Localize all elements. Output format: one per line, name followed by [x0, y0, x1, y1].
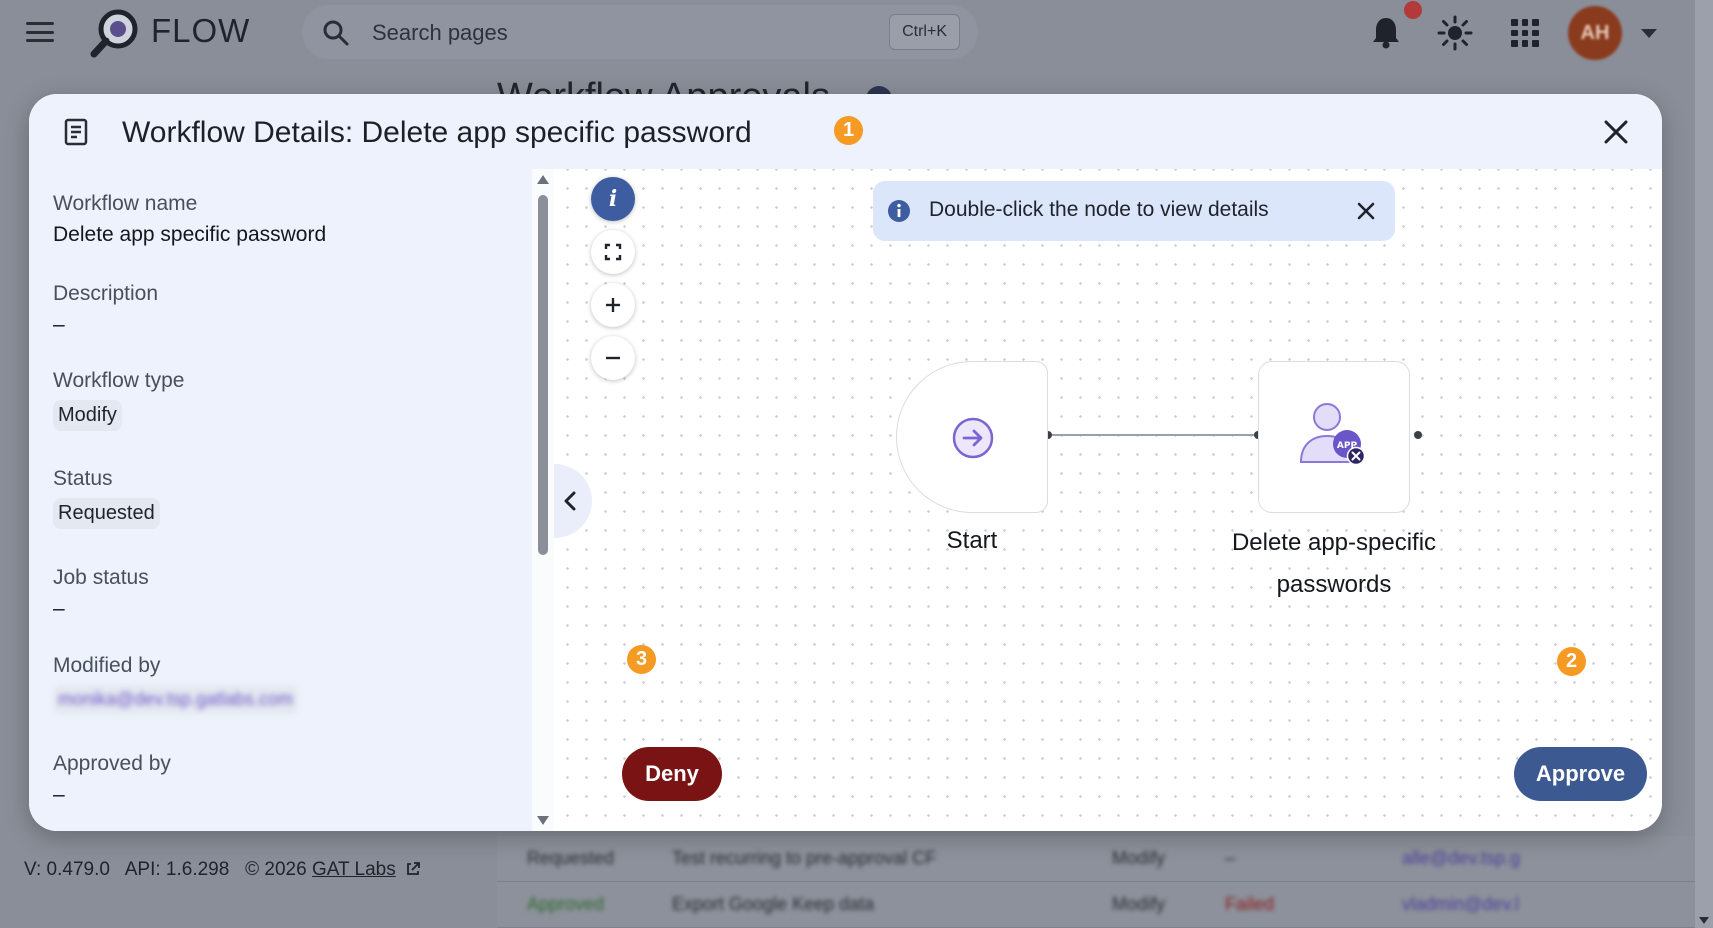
background-workflow-table: Requested Test recurring to pre-approval… [497, 836, 1697, 928]
zoom-out-icon [606, 356, 620, 360]
theme-toggle-sun-icon[interactable] [1437, 15, 1473, 51]
field-label: Modified by [53, 654, 161, 677]
account-menu-caret-icon[interactable] [1641, 29, 1657, 38]
user-app-delete-icon: APP [1299, 403, 1366, 466]
table-row[interactable]: Requested Test recurring to pre-approval… [497, 836, 1697, 882]
scroll-up-arrow-icon[interactable] [537, 175, 549, 184]
copyright: © 2026 [245, 859, 307, 880]
top-app-bar: FLOW Search pages Ctrl+K AH [0, 0, 1713, 64]
field-value: – [53, 783, 65, 806]
field-label: Job status [53, 566, 149, 589]
field-label: Workflow type [53, 369, 185, 392]
row-type: Modify [1112, 848, 1166, 868]
dialog-header: Workflow Details: Delete app specific pa… [29, 94, 1662, 169]
step-badge-2: 2 [1557, 647, 1586, 676]
scroll-down-arrow-icon[interactable] [537, 816, 549, 825]
arrow-right-circle-icon [952, 417, 994, 459]
row-status: Approved [527, 894, 605, 914]
field-modified-by: Modified by monika@dev.tsp.gatlabs.com [53, 654, 299, 714]
field-label: Workflow name [53, 192, 198, 215]
search-icon [323, 20, 349, 46]
action-node-label-line: Delete app-specific [1231, 529, 1437, 556]
dialog-title: Workflow Details: Delete app specific pa… [122, 116, 752, 149]
approve-button[interactable]: Approve [1514, 747, 1647, 801]
brand-name: FLOW [151, 12, 251, 49]
apps-grid-icon[interactable] [1511, 19, 1539, 47]
workflow-type-chip: Modify [53, 400, 122, 431]
delete-app-passwords-node[interactable]: APP [1258, 361, 1410, 513]
start-node[interactable] [896, 361, 1048, 513]
flow-edge [1048, 434, 1258, 436]
workflow-details-panel: Workflow name Delete app specific passwo… [29, 169, 532, 831]
user-avatar[interactable]: AH [1568, 6, 1622, 60]
app-footer: V: 0.479.0 API: 1.6.298 © 2026 GAT Labs [24, 859, 421, 881]
modified-by-email: monika@dev.tsp.gatlabs.com [53, 685, 299, 714]
field-workflow-type: Workflow type Modify [53, 369, 185, 431]
node-handle[interactable] [1414, 431, 1422, 439]
field-workflow-name: Workflow name Delete app specific passwo… [53, 192, 326, 247]
scrollbar-thumb[interactable] [538, 195, 548, 555]
row-type: Modify [1112, 894, 1166, 914]
chevron-left-icon [564, 491, 576, 511]
gat-labs-link[interactable]: GAT Labs [312, 859, 396, 880]
workflow-canvas[interactable] [554, 169, 1662, 831]
field-value: Delete app specific password [53, 223, 327, 246]
field-approved-by: Approved by – [53, 752, 171, 807]
field-value: – [53, 597, 65, 620]
menu-icon[interactable] [24, 19, 56, 45]
row-name: Test recurring to pre-approval CF [672, 848, 937, 868]
document-icon [64, 118, 88, 146]
flow-logo-icon [90, 9, 138, 58]
close-icon[interactable] [1598, 114, 1634, 150]
field-label: Approved by [53, 752, 171, 775]
row-job-status: – [1225, 848, 1236, 868]
api-version: API: 1.6.298 [124, 859, 230, 880]
zoom-in-icon [606, 298, 620, 312]
info-circle-icon [888, 200, 910, 222]
step-badge-1: 1 [834, 116, 863, 145]
row-name: Export Google Keep data [672, 894, 875, 914]
field-job-status: Job status – [53, 566, 149, 621]
field-description: Description – [53, 282, 158, 337]
hint-toast: Double-click the node to view details [873, 181, 1395, 241]
search-input[interactable]: Search pages Ctrl+K [302, 5, 978, 59]
search-placeholder: Search pages [372, 20, 508, 45]
row-status: Requested [527, 848, 615, 868]
workflow-details-dialog: Workflow Details: Delete app specific pa… [29, 94, 1662, 831]
hint-text: Double-click the node to view details [929, 198, 1269, 221]
deny-button[interactable]: Deny [622, 747, 722, 801]
info-button[interactable]: i [591, 177, 635, 221]
field-value: – [53, 313, 65, 336]
zoom-in-button[interactable] [591, 283, 635, 327]
app-version: V: 0.479.0 [24, 859, 110, 880]
field-status: Status Requested [53, 467, 160, 529]
action-node-label-line: passwords [1276, 571, 1392, 598]
step-badge-3: 3 [627, 645, 656, 674]
start-node-label: Start [946, 527, 998, 554]
close-icon[interactable] [1355, 200, 1377, 222]
scroll-down-arrow-icon[interactable] [1699, 917, 1709, 924]
external-link-icon[interactable] [405, 861, 421, 877]
details-panel-scrollbar[interactable] [532, 169, 554, 831]
page-scrollbar[interactable] [1695, 0, 1713, 928]
action-node-label: Delete app-specific passwords [1179, 522, 1489, 606]
search-shortcut-hint: Ctrl+K [889, 14, 960, 50]
info-icon: i [608, 186, 618, 212]
notifications-bell-icon[interactable] [1370, 15, 1402, 49]
field-label: Status [53, 467, 113, 490]
zoom-out-button[interactable] [591, 336, 635, 380]
table-row[interactable]: Approved Export Google Keep data Modify … [497, 882, 1697, 928]
row-job-status: Failed [1225, 894, 1275, 914]
row-user: vladmin@dev.l [1402, 894, 1519, 914]
fit-view-button[interactable] [591, 230, 635, 274]
row-user: alle@dev.tsp.g [1402, 848, 1521, 868]
fit-view-icon [604, 243, 622, 261]
notification-dot [1404, 1, 1422, 19]
field-label: Description [53, 282, 159, 305]
status-chip: Requested [53, 498, 160, 529]
